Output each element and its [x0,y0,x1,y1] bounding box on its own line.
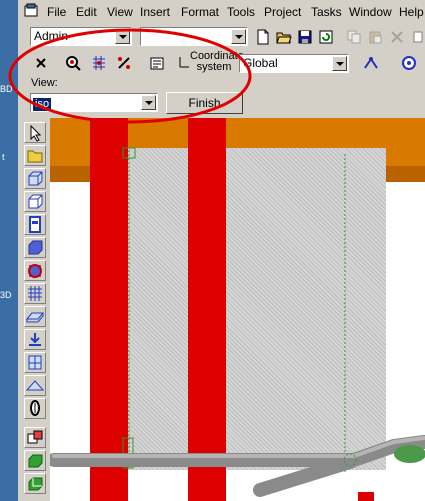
grid-tool-icon[interactable] [24,283,46,304]
cube-tool-icon[interactable] [24,237,46,258]
rotate-part-icon[interactable] [24,260,46,281]
app-icon[interactable] [24,3,40,19]
overflow-icon[interactable] [410,27,425,47]
slab-tool-icon[interactable] [24,306,46,327]
download-tool-icon[interactable] [24,329,46,350]
delete-icon[interactable] [386,27,408,47]
split-tool-icon[interactable] [24,352,46,373]
menu-tools[interactable]: Tools [227,4,255,20]
green-part-icon[interactable] [24,450,46,471]
coordinate-system-combo-arrow[interactable] [332,56,347,71]
paste-icon[interactable] [364,27,386,47]
model-viewport[interactable] [50,118,425,501]
folder-tool-icon[interactable] [24,145,46,166]
box-tool-icon[interactable] [24,168,46,189]
menu-window[interactable]: Window [349,4,392,20]
work-plane-icon[interactable] [360,53,382,73]
select-pointer-icon[interactable] [24,122,46,143]
green-detail-icon[interactable] [24,473,46,494]
menu-insert[interactable]: Insert [140,4,170,20]
panel-tool-icon[interactable] [24,214,46,235]
annotation-ellipse [8,28,252,124]
refresh-icon[interactable] [315,27,337,47]
component-tool-icon[interactable] [24,427,46,448]
open-folder-icon[interactable] [273,27,295,47]
left-edge-text-2: t [2,152,5,162]
menu-file[interactable]: File [47,4,66,20]
menu-help[interactable]: Help [399,4,424,20]
menu-view[interactable]: View [107,4,133,20]
left-edge-text-3: 3D [0,290,12,300]
menu-tasks[interactable]: Tasks [311,4,342,20]
view-rotate-icon[interactable] [420,53,425,73]
menu-edit[interactable]: Edit [76,4,97,20]
scene-lines [50,147,425,497]
menu-format[interactable]: Format [181,4,219,20]
save-icon[interactable] [294,27,316,47]
menu-project[interactable]: Project [264,4,301,20]
roof-tool-icon[interactable] [24,375,46,396]
view-point-icon[interactable] [398,53,420,73]
application-window: File Edit View Insert Format Tools Proje… [8,0,425,501]
box-outline-tool-icon[interactable] [24,191,46,212]
bolt-tool-icon[interactable] [24,398,46,419]
copy-icon[interactable] [343,27,365,47]
